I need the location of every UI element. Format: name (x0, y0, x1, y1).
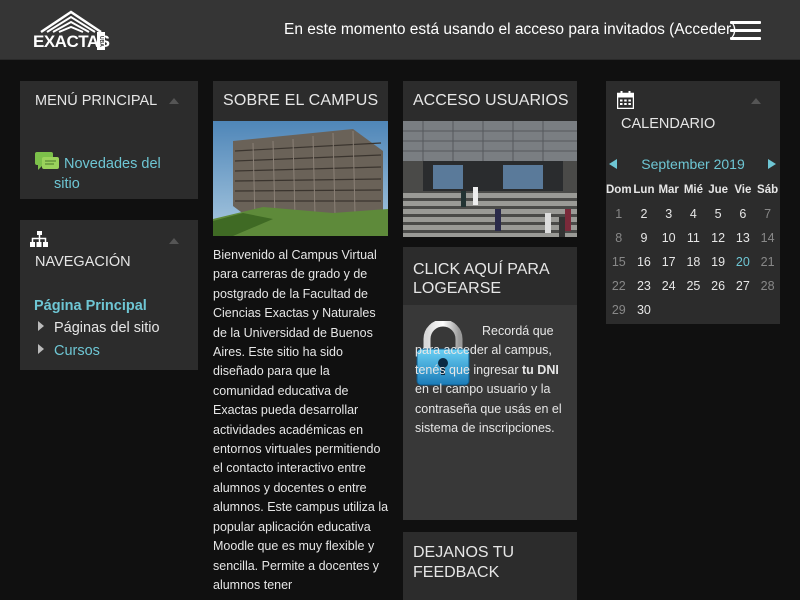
feedback-block: DEJANOS TU FEEDBACK (403, 532, 577, 600)
login-block: CLICK AQUÍ PARA LOGEARSE Recordá que par… (403, 247, 577, 520)
calendar-day: 26 (711, 279, 726, 293)
about-campus-block: SOBRE EL CAMPUS Bienvenido al Campus Vir… (213, 81, 388, 600)
site-logo[interactable]: EXACTAS UBA (33, 10, 110, 52)
calendar-week-row: 15 16 17 18 19 20 21 (606, 250, 780, 274)
navigation-title: NAVEGACIÓN (35, 254, 131, 270)
calendar-day: 21 (760, 255, 775, 269)
calendar-day: 1 (615, 207, 623, 221)
login-text-bold: tu DNI (522, 362, 559, 377)
calendar-collapse-icon[interactable] (751, 98, 761, 104)
calendar-day: 14 (760, 231, 775, 245)
calendar-day: 6 (739, 207, 747, 221)
navbar: EXACTAS UBA En este momento está usando … (0, 0, 800, 60)
calendar-day: 3 (665, 207, 673, 221)
calendar-week-row: 1 2 3 4 5 6 7 (606, 202, 780, 226)
calendar-weekday-row: Dom Lun Mar Mié Jue Vie Sáb (606, 178, 780, 202)
calendar-day: 18 (686, 255, 701, 269)
weekday-label: Mié (683, 184, 703, 196)
calendar-day (731, 298, 756, 322)
nav-item-courses[interactable]: Cursos (38, 343, 100, 359)
calendar-day: 9 (640, 231, 648, 245)
about-campus-text: Bienvenido al Campus Virtual para carrer… (213, 248, 389, 592)
calendar-day: 10 (661, 231, 676, 245)
navigation-collapse-icon[interactable] (169, 238, 179, 244)
about-campus-header: SOBRE EL CAMPUS (213, 81, 388, 121)
calendar-day: 16 (636, 255, 651, 269)
weekday-label: Vie (734, 184, 752, 196)
calendar-day: 23 (636, 279, 651, 293)
calendar-icon (617, 91, 634, 109)
calendar-day: 15 (611, 255, 626, 269)
calendar-day: 2 (640, 207, 648, 221)
calendar-day: 30 (636, 303, 651, 317)
campus-building-photo (213, 121, 388, 236)
calendar-day: 12 (711, 231, 726, 245)
caret-right-icon (38, 344, 44, 354)
news-link[interactable]: Novedades del sitio (54, 154, 184, 194)
campus-stairs-photo (403, 121, 577, 237)
calendar-grid: Dom Lun Mar Mié Jue Vie Sáb 1 2 3 4 5 6 … (606, 178, 780, 322)
calendar-day: 7 (764, 207, 772, 221)
calendar-day: 4 (689, 207, 697, 221)
calendar-day: 28 (760, 279, 775, 293)
weekday-label: Dom (606, 184, 632, 196)
calendar-title: CALENDARIO (621, 116, 716, 132)
main-menu-collapse-icon[interactable] (169, 98, 179, 104)
next-month-icon[interactable] (768, 159, 776, 169)
calendar-week-row: 22 23 24 25 26 27 28 (606, 274, 780, 298)
calendar-week-row: 29 30 (606, 298, 780, 322)
user-access-block: ACCESO USUARIOS (403, 81, 577, 237)
weekday-label: Sáb (757, 184, 779, 196)
calendar-day: 25 (686, 279, 701, 293)
nav-item-label: Páginas del sitio (54, 320, 160, 336)
calendar-day (681, 298, 706, 322)
user-access-title: ACCESO USUARIOS (413, 92, 569, 109)
nav-item-site-pages[interactable]: Páginas del sitio (38, 320, 160, 336)
calendar-day: 13 (735, 231, 750, 245)
calendar-day: 27 (735, 279, 750, 293)
logo-roof-icon (40, 10, 102, 34)
calendar-day: 29 (611, 303, 626, 317)
calendar-day (656, 298, 681, 322)
calendar-block: CALENDARIO September 2019 Dom Lun Mar Mi… (606, 81, 780, 324)
calendar-day: 17 (661, 255, 676, 269)
sitemap-icon (30, 231, 48, 247)
calendar-day: 22 (611, 279, 626, 293)
weekday-label: Jue (708, 184, 729, 196)
login-text-after: en el campo usuario y la contraseña que … (415, 382, 562, 436)
calendar-week-row: 8 9 10 11 12 13 14 (606, 226, 780, 250)
feedback-title[interactable]: DEJANOS TU FEEDBACK (413, 543, 573, 583)
calendar-day: 11 (686, 231, 700, 245)
nav-home-link[interactable]: Página Principal (34, 298, 147, 314)
text-indent (415, 334, 482, 335)
guest-login-notice[interactable]: En este momento está usando el acceso pa… (284, 21, 736, 39)
calendar-day (755, 298, 780, 322)
calendar-day: 19 (711, 255, 726, 269)
calendar-day (706, 298, 731, 322)
main-menu-title: MENÚ PRINCIPAL (35, 93, 158, 109)
calendar-day: 24 (661, 279, 676, 293)
login-instructions: Recordá que para acceder al campus, tené… (415, 322, 567, 438)
calendar-day: 8 (615, 231, 623, 245)
logo-sub: UBA (97, 32, 105, 50)
calendar-month[interactable]: September 2019 (606, 156, 780, 172)
weekday-label: Mar (658, 184, 679, 196)
weekday-label: Lun (633, 184, 655, 196)
about-campus-title: SOBRE EL CAMPUS (223, 92, 379, 109)
nav-item-label: Cursos (54, 343, 100, 359)
calendar-day: 5 (714, 207, 722, 221)
login-title[interactable]: CLICK AQUÍ PARA LOGEARSE (413, 260, 573, 298)
calendar-today[interactable]: 20 (731, 250, 756, 274)
caret-right-icon (38, 321, 44, 331)
hamburger-menu-icon[interactable] (730, 21, 761, 41)
